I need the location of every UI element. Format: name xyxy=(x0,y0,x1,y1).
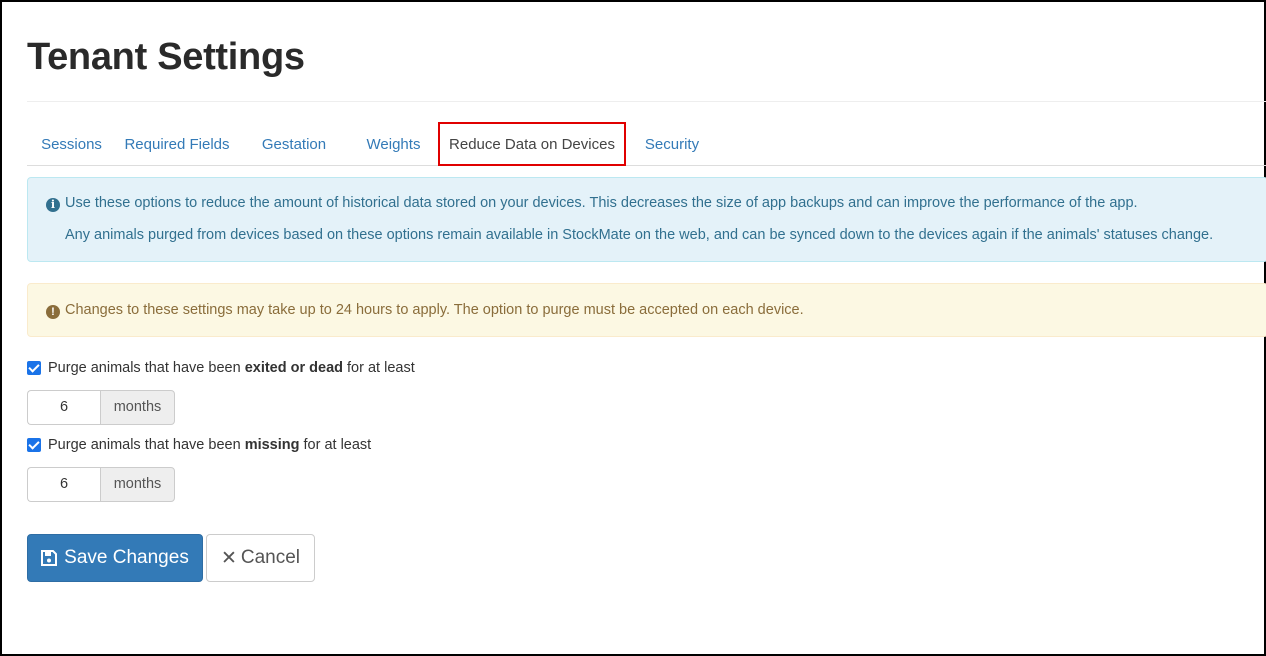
settings-tabs: Sessions Required Fields Gestation Weigh… xyxy=(27,122,1266,166)
tab-reduce-data-on-devices[interactable]: Reduce Data on Devices xyxy=(438,122,626,166)
tab-security[interactable]: Security xyxy=(626,122,718,166)
purge-exited-duration: 6 months xyxy=(27,390,175,425)
tab-sessions[interactable]: Sessions xyxy=(27,122,116,166)
purge-missing-duration: 6 months xyxy=(27,467,175,502)
floppy-disk-icon xyxy=(41,550,58,566)
title-divider xyxy=(27,101,1266,102)
info-alert-line-2: Any animals purged from devices based on… xyxy=(65,227,1214,243)
info-circle-icon: i xyxy=(46,198,60,212)
purge-missing-months-input[interactable]: 6 xyxy=(27,467,100,502)
purge-exited-unit-addon: months xyxy=(100,390,175,425)
save-changes-button[interactable]: Save Changes xyxy=(27,534,203,582)
exclamation-circle-icon: ! xyxy=(46,305,60,319)
save-changes-label: Save Changes xyxy=(64,547,189,568)
tab-weights[interactable]: Weights xyxy=(350,122,437,166)
purge-missing-unit-addon: months xyxy=(100,467,175,502)
close-icon: ✕ xyxy=(220,547,237,569)
purge-exited-row: Purge animals that have been exited or d… xyxy=(27,360,415,376)
cancel-label: Cancel xyxy=(240,547,301,568)
cancel-button[interactable]: ✕ Cancel xyxy=(206,534,315,582)
tab-gestation[interactable]: Gestation xyxy=(238,122,350,166)
tab-required-fields[interactable]: Required Fields xyxy=(116,122,238,166)
warning-alert-text: Changes to these settings may take up to… xyxy=(65,302,804,318)
info-alert: i Use these options to reduce the amount … xyxy=(27,177,1266,262)
purge-missing-label: Purge animals that have been missing for… xyxy=(48,437,372,453)
purge-exited-months-input[interactable]: 6 xyxy=(27,390,100,425)
page-title: Tenant Settings xyxy=(27,36,305,78)
purge-exited-label: Purge animals that have been exited or d… xyxy=(48,360,415,376)
purge-missing-checkbox[interactable] xyxy=(27,438,41,452)
info-alert-line-1: Use these options to reduce the amount o… xyxy=(65,195,1138,211)
purge-exited-checkbox[interactable] xyxy=(27,361,41,375)
warning-alert: ! Changes to these settings may take up t… xyxy=(27,283,1266,337)
purge-missing-row: Purge animals that have been missing for… xyxy=(27,437,371,453)
